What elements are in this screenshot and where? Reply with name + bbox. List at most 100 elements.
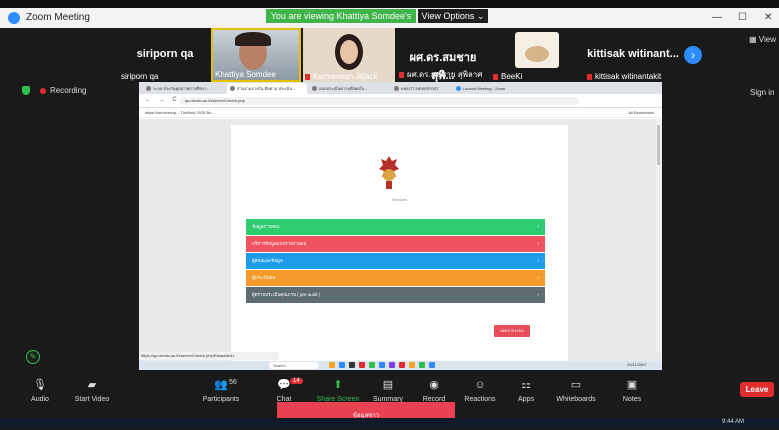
taskbar-clock: 20/11/2567 xyxy=(627,362,647,367)
taskbar-app-icon[interactable] xyxy=(409,362,415,368)
browser-tab[interactable]: ระบบ ประกันคุณภาพการศึกษา... xyxy=(143,83,225,94)
page-background: Services ข้อมูลการสอบ › บริหารข้อมูลแบบรา… xyxy=(139,119,662,362)
favicon-icon xyxy=(394,86,399,91)
participant-face xyxy=(340,40,358,64)
taskbar-app-icon[interactable] xyxy=(329,362,335,368)
taskbar-app-icon[interactable] xyxy=(429,362,435,368)
taskbar-app-icon[interactable] xyxy=(379,362,385,368)
window-title: Zoom Meeting xyxy=(26,12,90,23)
chevron-right-icon: › xyxy=(537,258,539,264)
taskbar-app-icon[interactable] xyxy=(399,362,405,368)
bookmark-items[interactable]: https://servicesup... TheBold 2025 Bo... xyxy=(145,110,215,115)
taskbar-search[interactable]: Search xyxy=(269,362,319,369)
chevron-right-icon: › xyxy=(537,292,539,298)
participant-tile[interactable]: BeeKi xyxy=(491,28,583,82)
taskbar-app-icon[interactable] xyxy=(339,362,345,368)
scrollbar-thumb[interactable] xyxy=(657,125,660,165)
minimize-button[interactable]: — xyxy=(712,12,722,23)
zoom-logo-icon xyxy=(8,12,20,24)
menu-bar[interactable]: ข้อมูลการสอบ › xyxy=(246,219,545,235)
menu-bar[interactable]: ผู้ประเมินผล › xyxy=(246,270,545,286)
participant-label: Kamonwan Jitjack xyxy=(313,72,378,81)
participant-tile[interactable]: ผศ.ดร.สมชาย สุพิ... ผศ.ดร.สมชาย สุพิลาศ xyxy=(397,28,489,82)
record-dot-icon xyxy=(40,88,46,94)
chat-unread-badge: 14 xyxy=(290,378,303,384)
participant-tile-active-speaker[interactable]: Khattiya Somdee xyxy=(211,28,301,82)
participant-label: kittisak witinantakit xyxy=(595,72,662,81)
notes-button[interactable]: ▣ Notes xyxy=(602,378,662,403)
dog-illustration xyxy=(525,46,549,62)
all-bookmarks[interactable]: All Bookmarks xyxy=(628,108,654,118)
taskbar-app-icon[interactable] xyxy=(389,362,395,368)
record-icon: ◉ xyxy=(429,379,439,391)
taskbar-app-icon[interactable] xyxy=(349,362,355,368)
taskbar-app-icon[interactable] xyxy=(369,362,375,368)
participant-label: BeeKi xyxy=(501,72,523,81)
participants-count: 56 xyxy=(229,379,237,386)
participant-tile[interactable]: siriporn qa siriporn qa xyxy=(119,28,211,82)
close-button[interactable]: ✕ xyxy=(764,12,772,23)
favicon-icon xyxy=(230,86,235,91)
taskbar-app-icon[interactable] xyxy=(359,362,365,368)
chevron-right-icon: › xyxy=(537,241,539,247)
shield-icon[interactable] xyxy=(22,86,30,95)
favicon-icon xyxy=(146,86,151,91)
browser-tab[interactable]: Launch Meeting - Zoom xyxy=(453,83,523,94)
leave-button[interactable]: Leave xyxy=(740,382,774,397)
chevron-right-icon: › xyxy=(537,275,539,281)
share-screen-icon: ⬆ xyxy=(333,379,343,391)
shared-screen: ระบบ ประกันคุณภาพการศึกษา... ส่วนงานภายใ… xyxy=(139,82,662,370)
audio-button[interactable]: 🎙 Audio xyxy=(10,378,70,403)
participant-label: Khattiya Somdee xyxy=(215,70,276,79)
start-video-button[interactable]: ▰ Start Video xyxy=(62,378,122,403)
bookmarks-bar: https://servicesup... TheBold 2025 Bo...… xyxy=(139,108,662,118)
content-card: Services ข้อมูลการสอบ › บริหารข้อมูลแบบรา… xyxy=(231,125,568,362)
browser-tab-active[interactable]: ส่วนงานภายใน-ติดตาม ประเมิน... xyxy=(227,83,307,94)
maximize-button[interactable]: ☐ xyxy=(738,12,747,23)
logout-button[interactable]: ออกจากระบบ xyxy=(494,325,530,337)
university-crest-icon xyxy=(379,156,399,189)
page-scrollbar[interactable] xyxy=(656,119,661,352)
url-field[interactable]: qa.rmutto.ac.th/server/Centre.php xyxy=(179,97,579,105)
whiteboard-icon: ▭ xyxy=(570,379,582,391)
windows-taskbar: Search 20/11/2567 xyxy=(139,361,662,370)
address-bar: ← → C qa.rmutto.ac.th/server/Centre.php xyxy=(139,94,662,108)
participant-tile[interactable]: kittisak witinant... kittisak witinantak… xyxy=(585,28,681,82)
taskbar-app-icon[interactable] xyxy=(419,362,425,368)
os-taskbar xyxy=(0,418,779,428)
participant-tile[interactable]: Kamonwan Jitjack xyxy=(303,28,395,82)
mic-muted-icon xyxy=(587,73,592,80)
chat-icon: 💬 xyxy=(277,379,291,391)
video-off-icon: ▰ xyxy=(87,379,97,391)
annotate-pencil-icon[interactable]: ✎ xyxy=(26,350,40,364)
view-options-button[interactable]: View Options ⌄ xyxy=(418,9,488,23)
sign-in-link[interactable]: Sign in xyxy=(750,88,774,97)
chat-button[interactable]: 💬 14 Chat xyxy=(254,378,314,403)
mic-muted-icon xyxy=(493,73,498,80)
participants-button[interactable]: 👥 56 Participants xyxy=(191,378,251,403)
menu-bars: ข้อมูลการสอบ › บริหารข้อมูลแบบรายงานผล › ผ… xyxy=(246,219,545,304)
participant-avatar-image xyxy=(515,32,559,68)
menu-bar[interactable]: บริหารข้อมูลแบบรายงานผล › xyxy=(246,236,545,252)
participants-icon: 👥 xyxy=(214,379,228,391)
recording-label[interactable]: Recording xyxy=(50,86,86,95)
chevron-right-icon[interactable]: › xyxy=(684,46,702,64)
page-subtitle: Services xyxy=(391,197,408,202)
browser-tab[interactable]: KMUTT-NEWSPOST xyxy=(391,83,451,94)
chevron-right-icon: › xyxy=(537,224,539,230)
menu-bar[interactable]: ผู้ตรวจประเมินคุณภาพ ( pre audit ) › xyxy=(246,287,545,303)
favicon-icon xyxy=(312,86,317,91)
mic-muted-icon xyxy=(399,71,404,78)
whiteboards-button[interactable]: ▭ Whiteboards xyxy=(546,378,606,403)
apps-icon: ⚏ xyxy=(521,379,531,391)
summary-icon: ▤ xyxy=(382,379,394,391)
participant-gallery: siriporn qa siriporn qa Khattiya Somdee … xyxy=(0,28,779,82)
view-button[interactable]: View xyxy=(759,35,776,44)
browser-tab[interactable]: แบบประเมินความพึงพอใจ... xyxy=(309,83,389,94)
browser-nav-buttons[interactable]: ← → C xyxy=(145,97,180,103)
menu-bar[interactable]: ผู้สอนและข้อมูล › xyxy=(246,253,545,269)
os-clock: 9:44 AM xyxy=(722,419,745,425)
grid-icon: ▦ xyxy=(749,35,759,44)
participant-name: siriporn qa xyxy=(136,48,194,60)
participant-label: siriporn qa xyxy=(121,72,159,81)
